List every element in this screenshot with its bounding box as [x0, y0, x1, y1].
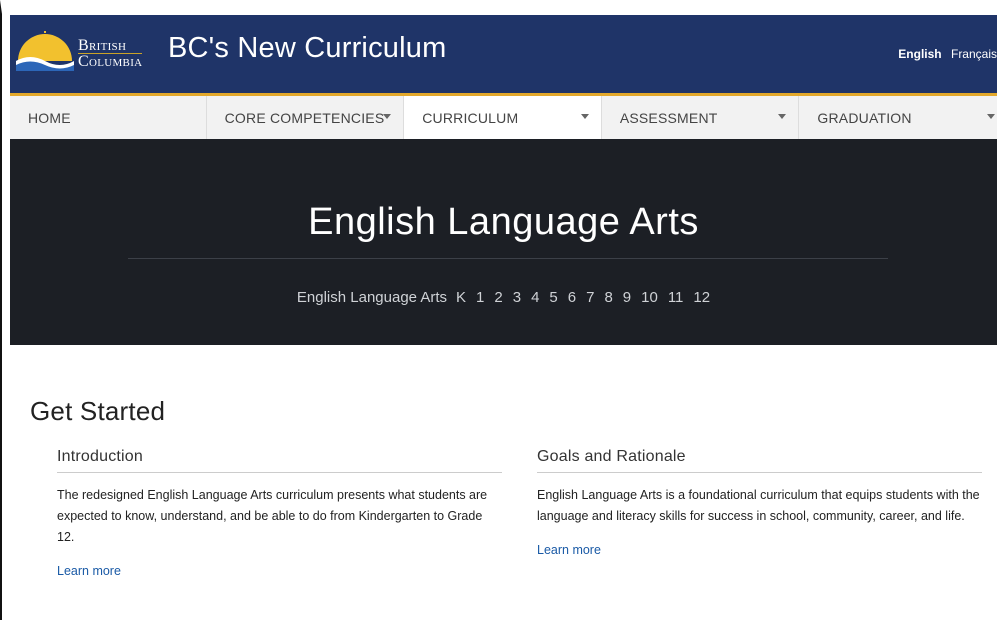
grade-link[interactable]: 2 [494, 289, 502, 306]
grade-link[interactable]: 4 [531, 289, 539, 306]
intro-body: The redesigned English Language Arts cur… [57, 488, 488, 544]
logo-line-2: Columbia [78, 53, 143, 70]
main-nav: HOME CORE COMPETENCIES CURRICULUM ASSESS… [10, 93, 997, 139]
sun-logo-icon [16, 31, 74, 71]
grade-link-overview[interactable]: English Language Arts [297, 289, 447, 306]
logo-wordmark: British Columbia [78, 37, 143, 70]
grade-link[interactable]: 8 [604, 289, 612, 306]
caret-down-icon [986, 114, 995, 119]
lang-french-link[interactable]: Français [951, 47, 997, 61]
grade-link[interactable]: 3 [513, 289, 521, 306]
nav-curriculum[interactable]: CURRICULUM [404, 96, 602, 139]
lang-english-link[interactable]: English [898, 47, 941, 61]
goals-body: English Language Arts is a foundational … [537, 488, 980, 523]
caret-down-icon [580, 114, 589, 119]
intro-learn-more-link[interactable]: Learn more [57, 564, 502, 578]
hero-banner: English Language Arts English Language A… [10, 139, 997, 345]
grade-link[interactable]: 1 [476, 289, 484, 306]
page-title: English Language Arts [308, 201, 699, 243]
nav-label: CURRICULUM [422, 109, 519, 126]
grade-link[interactable]: 5 [549, 289, 557, 306]
nav-label: GRADUATION [817, 109, 912, 126]
nav-label: CORE COMPETENCIES [224, 109, 385, 126]
grade-link[interactable]: 11 [668, 289, 684, 306]
grade-link[interactable]: 12 [693, 289, 710, 306]
grade-link[interactable]: 10 [641, 289, 658, 306]
intro-title: Introduction [57, 448, 502, 473]
grade-link[interactable]: 6 [568, 289, 576, 306]
grade-link[interactable]: 7 [586, 289, 594, 306]
hero-divider [128, 258, 888, 259]
caret-down-icon [778, 114, 787, 119]
section-heading: Get Started [30, 396, 166, 426]
grade-link[interactable]: 9 [623, 289, 631, 306]
nav-home[interactable]: HOME [10, 96, 207, 139]
grade-link[interactable]: K [456, 289, 466, 306]
nav-label: ASSESSMENT [619, 109, 718, 126]
goals-card: Goals and Rationale English Language Art… [537, 448, 982, 557]
nav-core-competencies[interactable]: CORE COMPETENCIES [207, 96, 405, 139]
nav-graduation[interactable]: GRADUATION [799, 96, 997, 139]
intro-card: Introduction The redesigned English Lang… [57, 448, 502, 578]
nav-label: HOME [28, 109, 71, 126]
logo-line-1: British [78, 37, 127, 54]
bc-logo[interactable]: British Columbia [10, 15, 150, 93]
goals-title: Goals and Rationale [537, 448, 982, 473]
nav-assessment[interactable]: ASSESSMENT [602, 96, 800, 139]
site-title[interactable]: BC's New Curriculum [168, 32, 446, 65]
caret-down-icon [383, 114, 392, 119]
grade-navigation: English Language Arts K 1 2 3 4 5 6 7 8 9 10 11 12 [10, 289, 997, 306]
goals-learn-more-link[interactable]: Learn more [537, 543, 982, 557]
site-header: British Columbia BC's New Curriculum Eng… [10, 15, 997, 93]
language-switcher: English Français [892, 47, 997, 61]
